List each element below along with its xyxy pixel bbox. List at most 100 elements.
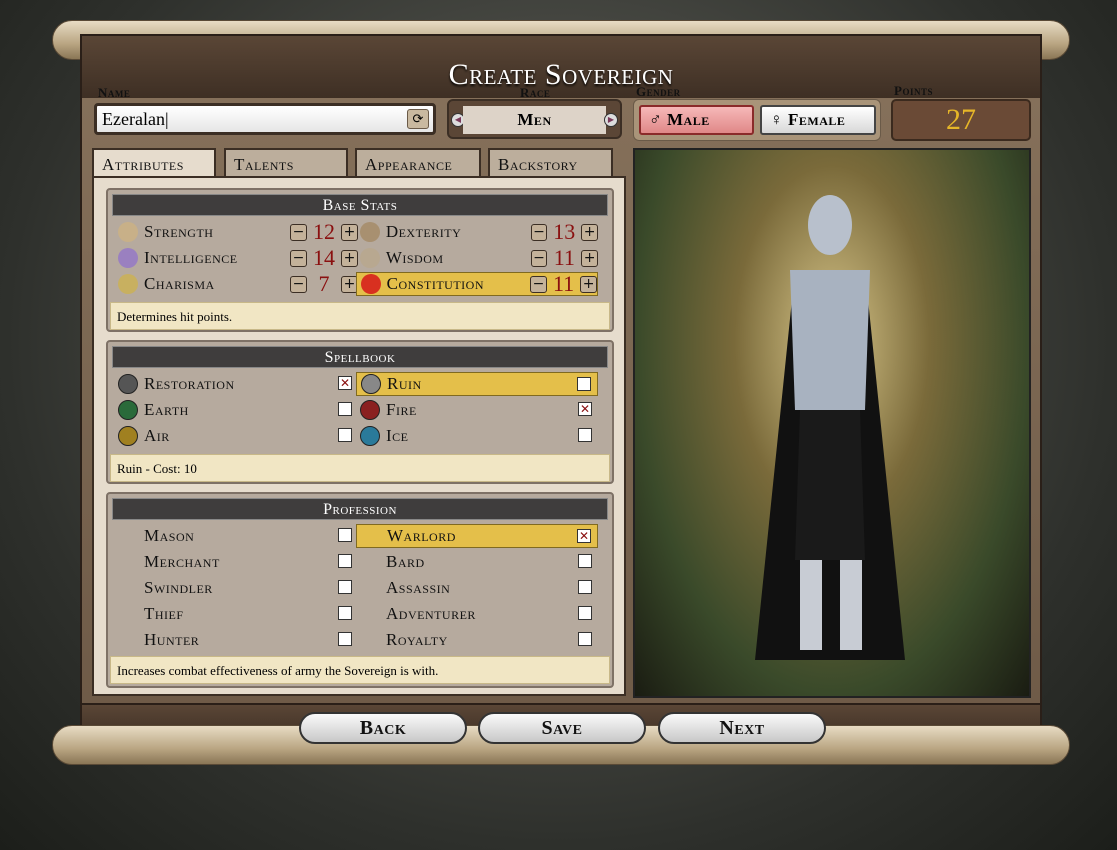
stat-value: 12 xyxy=(313,219,335,244)
back-button[interactable]: Back xyxy=(299,712,467,744)
minus-icon[interactable]: − xyxy=(290,249,307,267)
profession-section: Profession Mason Warlord ✕ Merchant Bard Swin… xyxy=(106,492,614,688)
gender-label: Gender xyxy=(636,84,681,99)
name-value: Ezeralan xyxy=(102,109,165,129)
option-name: Restoration xyxy=(144,374,235,393)
option-name: Merchant xyxy=(144,552,220,571)
figure-icon xyxy=(118,274,138,294)
checkbox[interactable] xyxy=(578,428,592,442)
stat-row-intelligence[interactable]: Intelligence −14 + xyxy=(114,246,358,270)
minus-icon[interactable]: − xyxy=(290,223,307,241)
ruin-school-icon xyxy=(361,374,381,394)
female-icon: ♀ xyxy=(770,110,788,129)
minus-icon[interactable]: − xyxy=(530,275,547,293)
option-thief[interactable]: Thief xyxy=(114,602,356,626)
stat-value: 13 xyxy=(553,219,576,244)
spell-description: Ruin - Cost: 10 xyxy=(110,454,610,482)
gender-selector: ♂ Male ♀ Female xyxy=(633,99,881,141)
option-warlord[interactable]: Warlord ✕ xyxy=(356,524,598,548)
stat-name: Charisma xyxy=(144,274,215,293)
option-name: Swindler xyxy=(144,578,213,597)
next-button[interactable]: Next xyxy=(658,712,826,744)
plus-icon[interactable]: + xyxy=(581,249,599,267)
restoration-school-icon xyxy=(118,374,138,394)
stat-row-charisma[interactable]: Charisma −7 + xyxy=(114,272,358,296)
checkbox[interactable] xyxy=(338,528,352,542)
points-label: Points xyxy=(894,83,933,98)
checkbox[interactable] xyxy=(338,428,352,442)
female-button[interactable]: ♀ Female xyxy=(760,105,876,135)
option-name: Thief xyxy=(144,604,184,623)
earth-school-icon xyxy=(118,400,138,420)
arm-icon xyxy=(118,222,138,242)
stat-row-strength[interactable]: Strength −12 + xyxy=(114,220,358,244)
stat-value: 11 xyxy=(553,245,575,270)
option-assassin[interactable]: Assassin xyxy=(356,576,598,600)
name-input[interactable]: Ezeralan| ⟳ xyxy=(94,103,436,135)
checkbox[interactable] xyxy=(578,580,592,594)
option-bard[interactable]: Bard xyxy=(356,550,598,574)
save-button[interactable]: Save xyxy=(478,712,646,744)
option-name: Adventurer xyxy=(386,604,476,623)
option-name: Earth xyxy=(144,400,189,419)
plus-icon[interactable]: + xyxy=(580,275,597,293)
checkbox[interactable] xyxy=(577,377,591,391)
plus-icon[interactable]: + xyxy=(581,223,599,241)
base-stats-section: Base Stats Strength −12 + Dexterity −13 + Inte… xyxy=(106,188,614,332)
race-next-icon[interactable]: ▶ xyxy=(604,113,618,127)
male-button[interactable]: ♂ Male xyxy=(639,105,754,135)
race-value: Men xyxy=(463,106,606,134)
points-value: 27 xyxy=(891,99,1031,141)
attributes-panel: Base Stats Strength −12 + Dexterity −13 + Inte… xyxy=(92,176,626,696)
option-air[interactable]: Air xyxy=(114,424,356,448)
stat-name: Intelligence xyxy=(144,248,238,267)
option-name: Mason xyxy=(144,526,195,545)
option-restoration[interactable]: Restoration ✕ xyxy=(114,372,356,396)
tab-backstory[interactable]: Backstory xyxy=(488,148,613,178)
profession-header: Profession xyxy=(112,498,608,520)
tab-appearance[interactable]: Appearance xyxy=(355,148,481,178)
checkbox[interactable] xyxy=(338,632,352,646)
minus-icon[interactable]: − xyxy=(290,275,307,293)
checkbox[interactable] xyxy=(578,606,592,620)
male-label: Male xyxy=(667,110,710,129)
option-royalty[interactable]: Royalty xyxy=(356,628,598,652)
character-portrait xyxy=(633,148,1031,698)
option-merchant[interactable]: Merchant xyxy=(114,550,356,574)
option-name: Ice xyxy=(386,426,409,445)
checkbox[interactable] xyxy=(338,606,352,620)
option-fire[interactable]: Fire ✕ xyxy=(356,398,598,422)
option-adventurer[interactable]: Adventurer xyxy=(356,602,598,626)
minus-icon[interactable]: − xyxy=(530,249,548,267)
spellbook-section: Spellbook Restoration ✕ Ruin Earth Fire ✕ Air I… xyxy=(106,340,614,484)
stat-row-wisdom[interactable]: Wisdom −11 + xyxy=(356,245,599,270)
race-selector[interactable]: ◀ Men ▶ xyxy=(447,99,622,139)
option-hunter[interactable]: Hunter xyxy=(114,628,356,652)
checkbox[interactable] xyxy=(578,632,592,646)
option-swindler[interactable]: Swindler xyxy=(114,576,356,600)
base-stats-header: Base Stats xyxy=(112,194,608,216)
randomize-name-icon[interactable]: ⟳ xyxy=(407,109,429,129)
checkbox[interactable]: ✕ xyxy=(578,402,592,416)
minus-icon[interactable]: − xyxy=(530,223,548,241)
checkbox[interactable] xyxy=(578,554,592,568)
option-mason[interactable]: Mason xyxy=(114,524,356,548)
checkbox[interactable]: ✕ xyxy=(577,529,591,543)
stat-name: Dexterity xyxy=(385,222,462,241)
sovereign-figure xyxy=(755,195,905,660)
stat-name: Constitution xyxy=(386,274,484,293)
option-name: Fire xyxy=(386,400,417,419)
checkbox[interactable] xyxy=(338,580,352,594)
checkbox[interactable] xyxy=(338,554,352,568)
tab-talents[interactable]: Talents xyxy=(224,148,348,178)
stat-row-dexterity[interactable]: Dexterity −13 + xyxy=(356,219,599,244)
option-ice[interactable]: Ice xyxy=(356,424,598,448)
checkbox[interactable] xyxy=(338,402,352,416)
option-earth[interactable]: Earth xyxy=(114,398,356,422)
stat-value: 14 xyxy=(313,245,335,270)
stat-row-constitution[interactable]: Constitution −11 + xyxy=(356,272,598,296)
hand-icon xyxy=(360,222,380,242)
eye-icon xyxy=(360,248,380,268)
checkbox[interactable]: ✕ xyxy=(338,376,352,390)
option-ruin[interactable]: Ruin xyxy=(356,372,598,396)
